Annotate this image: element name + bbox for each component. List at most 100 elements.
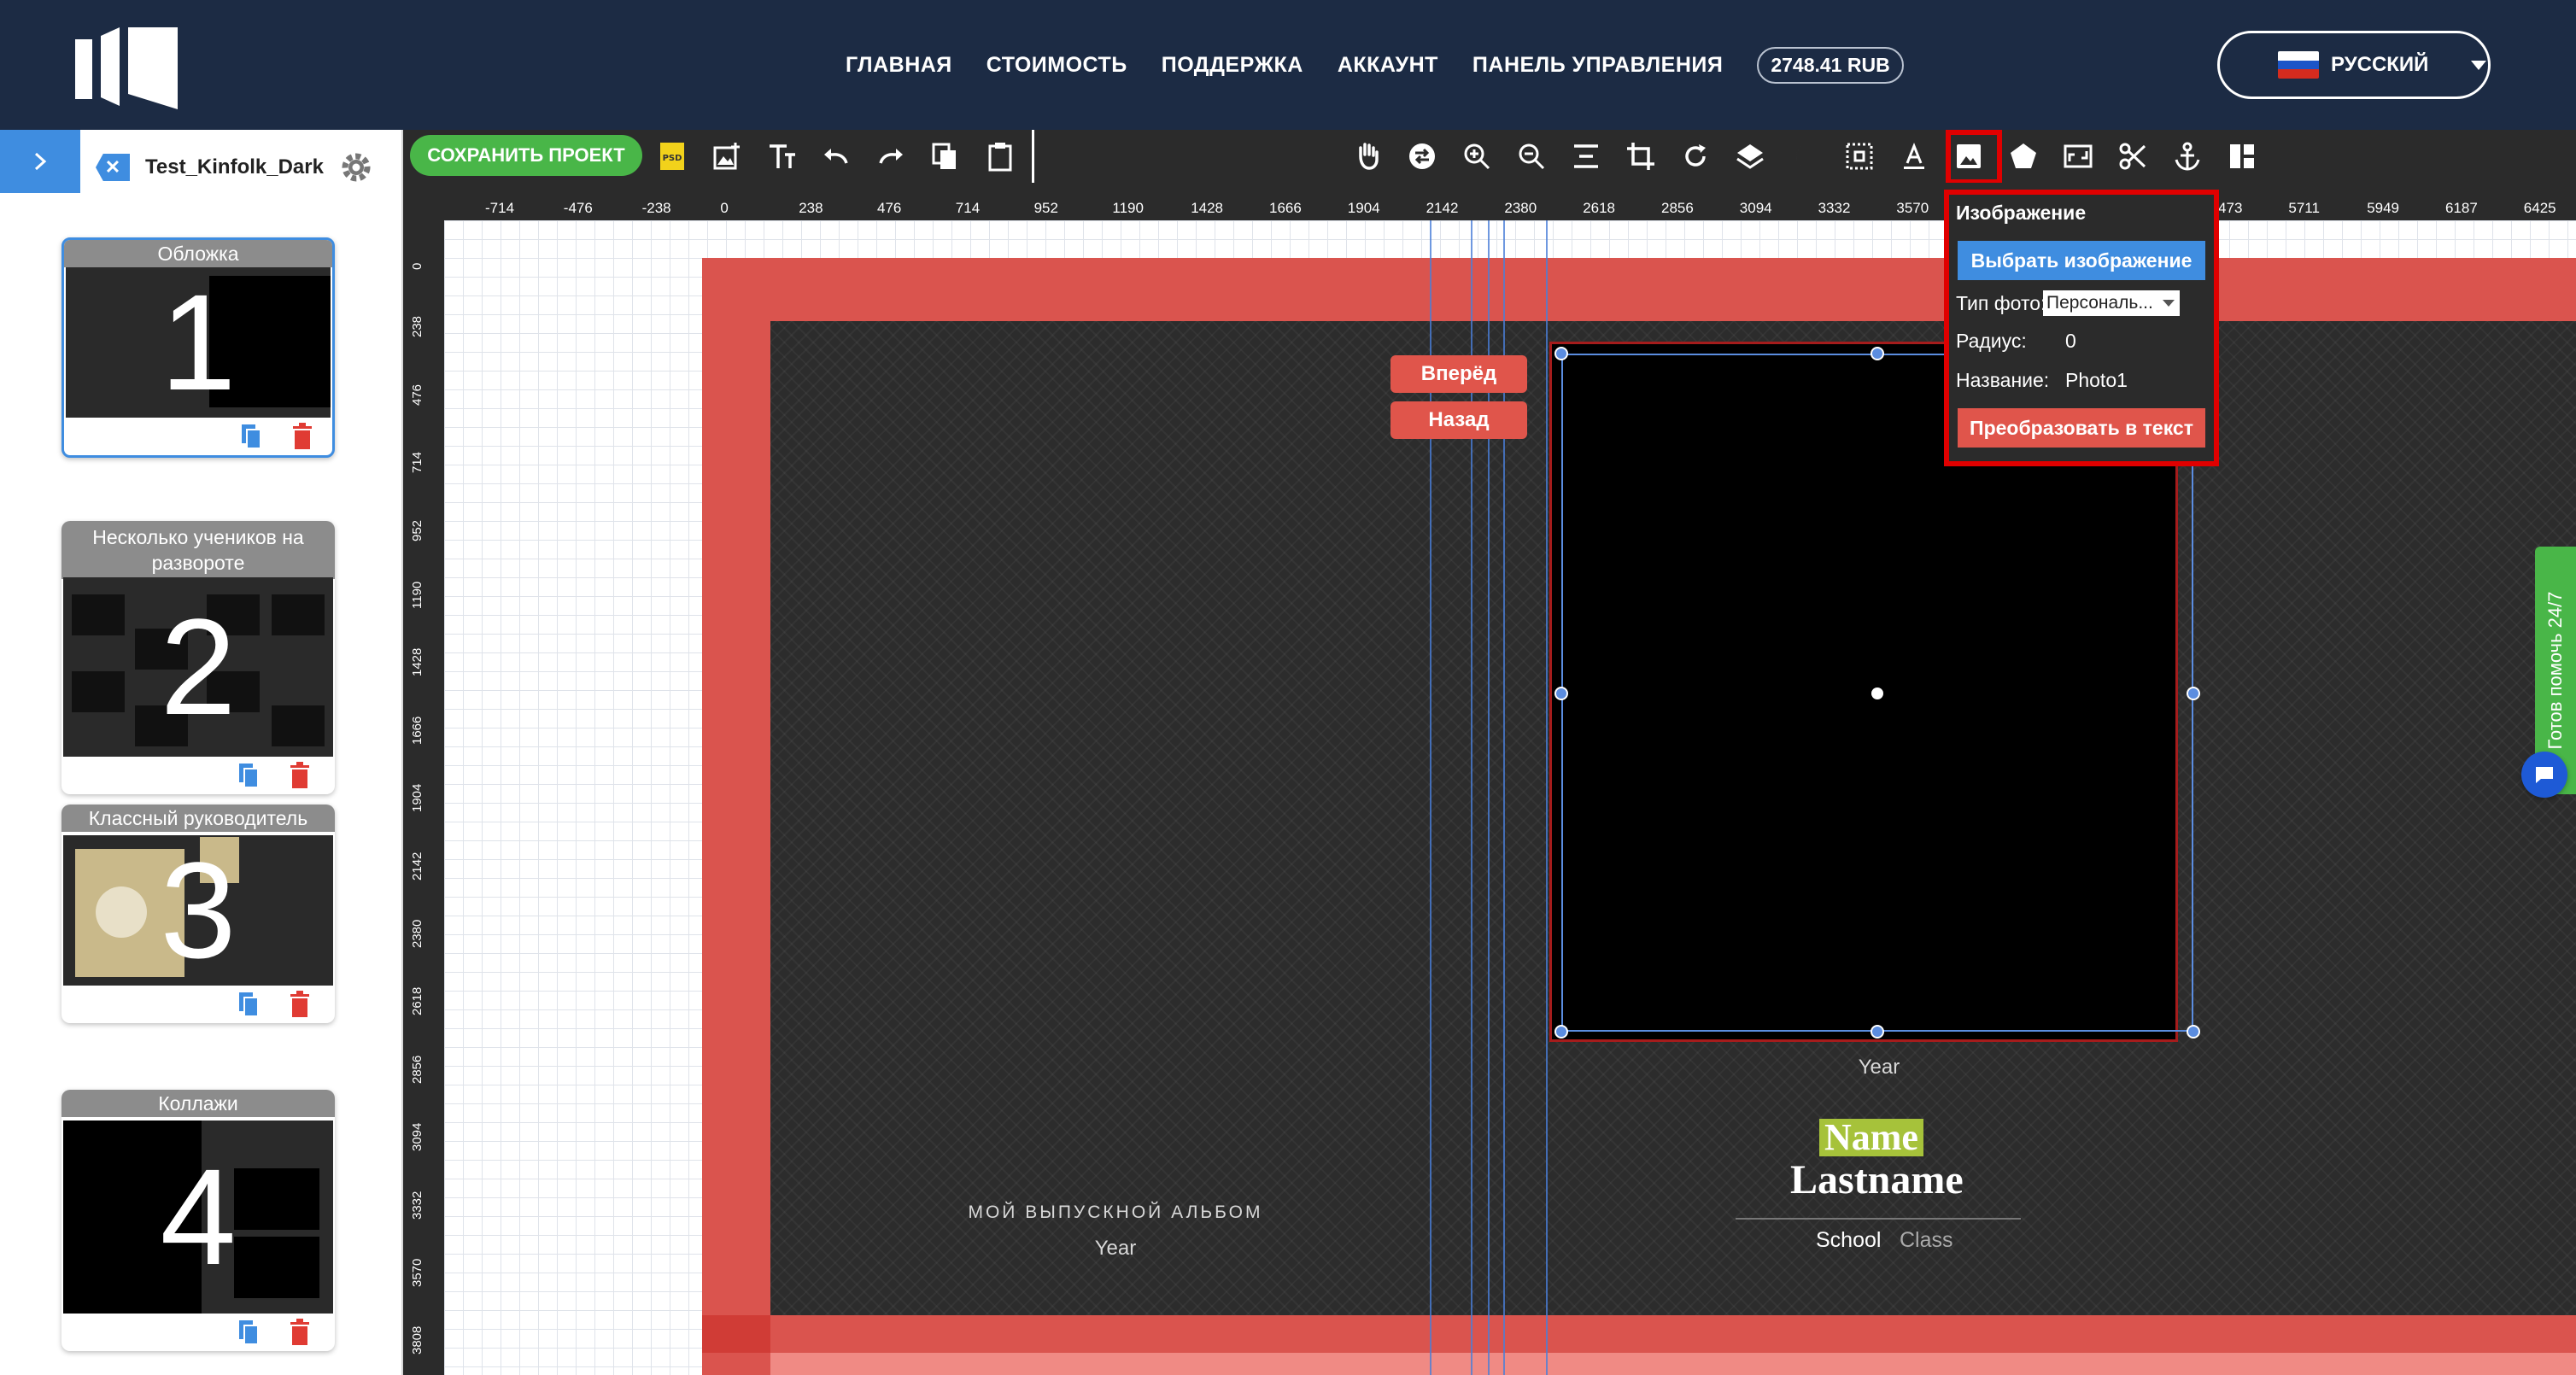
- page-card-title: Несколько учеников на развороте: [61, 521, 335, 579]
- undo-icon[interactable]: [820, 140, 852, 173]
- redo-icon[interactable]: [875, 140, 907, 173]
- page-number: 3: [160, 835, 237, 986]
- nav-link-pricing[interactable]: СТОИМОСТЬ: [986, 53, 1127, 78]
- text-color-icon[interactable]: [1898, 140, 1930, 173]
- close-project-icon[interactable]: ✕: [96, 154, 130, 181]
- frame-icon[interactable]: [2062, 140, 2094, 173]
- add-image-icon[interactable]: [711, 140, 743, 173]
- scissors-icon[interactable]: [2116, 140, 2149, 173]
- radius-label: Радиус:: [1956, 330, 2027, 352]
- swap-icon[interactable]: [1406, 140, 1438, 173]
- page-thumbnail: 3: [63, 835, 333, 986]
- zoom-out-icon[interactable]: [1515, 140, 1548, 173]
- ruler-tick-label: 1190: [1112, 200, 1144, 216]
- send-backward-button[interactable]: Назад: [1390, 401, 1527, 439]
- anchor-icon[interactable]: [2171, 140, 2204, 173]
- resize-handle[interactable]: [1871, 1025, 1884, 1039]
- page-thumbnail: 2: [63, 577, 333, 757]
- bring-forward-button[interactable]: Вперёд: [1390, 355, 1527, 393]
- name-input[interactable]: Photo1: [2065, 369, 2128, 392]
- page-card-class-teacher[interactable]: Классный руководитель 3: [61, 805, 335, 1023]
- hand-tool-icon[interactable]: [1351, 140, 1384, 173]
- duplicate-page-icon[interactable]: [237, 991, 260, 1018]
- ruler-tick-label: 3332: [410, 1191, 424, 1220]
- duplicate-page-icon[interactable]: [240, 423, 262, 450]
- align-icon[interactable]: [1570, 140, 1602, 173]
- ruler-tick-label: 952: [410, 519, 424, 541]
- delete-page-icon[interactable]: [289, 762, 311, 789]
- divider-line: [1736, 1218, 2021, 1220]
- left-year-text[interactable]: Year: [1030, 1237, 1201, 1261]
- expand-sidebar-button[interactable]: [0, 130, 80, 193]
- layout-icon[interactable]: [2226, 140, 2258, 173]
- page-card-collages[interactable]: Коллажи 4: [61, 1090, 335, 1351]
- ruler-tick-label: 2856: [410, 1055, 424, 1084]
- moon-icon[interactable]: [1789, 140, 1821, 173]
- rotation-center[interactable]: [1871, 688, 1883, 699]
- layers-icon[interactable]: [1734, 140, 1766, 173]
- duplicate-page-icon[interactable]: [237, 1319, 260, 1346]
- main-nav: ГЛАВНАЯ СТОИМОСТЬ ПОДДЕРЖКА АККАУНТ ПАНЕ…: [846, 46, 1904, 84]
- project-header: ✕ Test_Kinfolk_Dark: [96, 150, 373, 184]
- zoom-in-icon[interactable]: [1461, 140, 1493, 173]
- album-title-text[interactable]: МОЙ ВЫПУСКНОЙ АЛЬБОМ: [945, 1202, 1286, 1223]
- page-card-cover[interactable]: Обложка 1: [61, 237, 335, 458]
- nav-link-home[interactable]: ГЛАВНАЯ: [846, 53, 952, 78]
- add-text-icon[interactable]: [765, 140, 798, 173]
- margin-top: [702, 258, 2576, 321]
- choose-image-button[interactable]: Выбрать изображение: [1958, 241, 2205, 280]
- delete-page-icon[interactable]: [289, 1319, 311, 1346]
- class-text[interactable]: Class: [1900, 1228, 1953, 1253]
- top-navbar: ГЛАВНАЯ СТОИМОСТЬ ПОДДЕРЖКА АККАУНТ ПАНЕ…: [0, 0, 2576, 130]
- horizontal-ruler: -714 -476 -238 0 238 476 714 952 1190 1428 1666 190…: [444, 183, 2576, 220]
- name-text[interactable]: Name: [1819, 1119, 1923, 1156]
- page-card-title: Коллажи: [61, 1090, 335, 1117]
- nav-link-account[interactable]: АККАУНТ: [1338, 53, 1438, 78]
- paste-icon[interactable]: [984, 140, 1016, 173]
- ruler-tick-label: 3332: [1818, 200, 1851, 216]
- ruler-tick-label: 714: [955, 200, 981, 216]
- psd-icon[interactable]: PSD: [656, 140, 688, 173]
- nav-link-support[interactable]: ПОДДЕРЖКА: [1162, 53, 1303, 78]
- duplicate-page-icon[interactable]: [237, 762, 260, 789]
- guide-line: [1503, 220, 1505, 1375]
- right-year-text[interactable]: Year: [1794, 1056, 1964, 1080]
- vertical-ruler: 0 238 476 714 952 1190 1428 1666 1904 2142 2380 261…: [403, 183, 444, 1375]
- copy-icon[interactable]: [929, 140, 962, 173]
- ruler-tick-label: 1666: [410, 716, 424, 745]
- resize-handle[interactable]: [1554, 347, 1568, 360]
- crop-icon[interactable]: [1625, 140, 1657, 173]
- resize-handle[interactable]: [1554, 1025, 1568, 1039]
- convert-to-text-button[interactable]: Преобразовать в текст: [1958, 408, 2205, 448]
- grid-icon[interactable]: [1843, 140, 1876, 173]
- gear-icon[interactable]: [339, 150, 373, 184]
- design-canvas[interactable]: Вперёд Назад Year Name Lastname School C…: [444, 220, 2576, 1375]
- ruler-tick-label: 2618: [1583, 200, 1616, 216]
- language-select[interactable]: РУССКИЙ: [2217, 31, 2491, 99]
- school-text[interactable]: School: [1816, 1228, 1881, 1253]
- lastname-text[interactable]: Lastname: [1790, 1156, 1964, 1203]
- nav-link-dashboard[interactable]: ПАНЕЛЬ УПРАВЛЕНИЯ: [1472, 53, 1723, 78]
- rotate-icon[interactable]: [1679, 140, 1712, 173]
- resize-handle[interactable]: [2187, 687, 2200, 700]
- editor-toolbar: СОХРАНИТЬ ПРОЕКТ PSD: [403, 130, 2576, 183]
- ruler-tick-label: 2618: [410, 987, 424, 1016]
- resize-handle[interactable]: [1871, 347, 1884, 360]
- resize-handle[interactable]: [2187, 1025, 2200, 1039]
- panel-title: Изображение: [1956, 202, 2087, 224]
- delete-page-icon[interactable]: [289, 991, 311, 1018]
- toolbar-divider: [1032, 130, 1034, 183]
- ruler-tick-label: 952: [1033, 200, 1058, 216]
- ruler-tick-label: -476: [563, 200, 593, 216]
- resize-handle[interactable]: [1554, 687, 1568, 700]
- ruler-tick-label: 3094: [1739, 200, 1772, 216]
- page-card-students-spread[interactable]: Несколько учеников на развороте 2: [61, 521, 335, 794]
- save-project-button[interactable]: СОХРАНИТЬ ПРОЕКТ: [410, 135, 642, 176]
- brand-logo-icon[interactable]: [75, 24, 178, 109]
- polygon-icon[interactable]: [2007, 140, 2040, 173]
- radius-input[interactable]: 0: [2065, 330, 2076, 353]
- ruler-tick-label: 238: [799, 200, 823, 216]
- chat-button[interactable]: [2521, 752, 2567, 798]
- delete-page-icon[interactable]: [291, 423, 313, 450]
- photo-type-select[interactable]: Персональ...: [2043, 290, 2180, 316]
